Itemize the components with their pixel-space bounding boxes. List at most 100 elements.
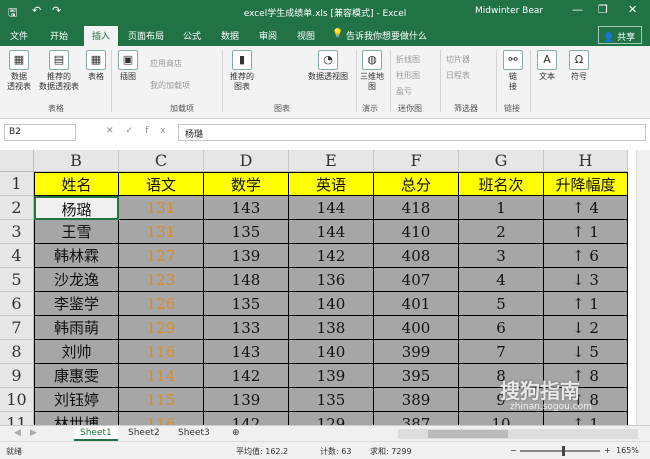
table-cell[interactable]: 138 [289,316,374,340]
table-cell[interactable]: 399 [374,340,459,364]
table-cell[interactable]: 116 [119,340,204,364]
sheet-tab-2[interactable]: Sheet2 [122,426,166,441]
tab-view[interactable]: 视图 [297,29,315,42]
name-cell[interactable]: 杨璐 [34,196,119,220]
table-cell[interactable]: 135 [204,220,289,244]
table-cell[interactable]: 3 [459,244,544,268]
row-header-4[interactable]: 4 [0,244,34,268]
table-cell[interactable]: 139 [289,364,374,388]
table-cell[interactable]: 142 [204,412,289,425]
table-button[interactable]: ▦ 表格 [84,50,108,82]
row-header-5[interactable]: 5 [0,268,34,292]
tab-data[interactable]: 数据 [221,29,239,42]
link-button[interactable]: ⚯ 链 接 [500,50,526,92]
tab-review[interactable]: 审阅 [259,29,277,42]
pivot-chart-button[interactable]: ◔ 数据透视图 [303,50,353,82]
table-cell[interactable]: 131 [119,196,204,220]
recommended-pivot-button[interactable]: ▤ 推荐的 数据透视表 [36,50,82,92]
table-cell[interactable]: 6 [459,316,544,340]
table-cell[interactable]: 1 [459,196,544,220]
column-header-f[interactable]: F [374,150,459,172]
header-cell[interactable]: 升降幅度 [544,172,628,196]
zoom-slider[interactable] [520,450,600,452]
header-cell[interactable]: 总分 [374,172,459,196]
table-cell[interactable]: 2 [459,220,544,244]
sheet-tab-1[interactable]: Sheet1 [74,426,118,441]
table-cell[interactable]: 400 [374,316,459,340]
name-cell[interactable]: 林世博 [34,412,119,425]
table-cell[interactable]: ↑ 6 [544,244,628,268]
table-cell[interactable]: 5 [459,292,544,316]
row-header-8[interactable]: 8 [0,340,34,364]
table-cell[interactable]: 135 [204,292,289,316]
tab-page-layout[interactable]: 页面布局 [128,29,164,42]
tab-home[interactable]: 开始 [50,29,68,42]
horizontal-scrollbar[interactable] [398,429,638,439]
name-cell[interactable]: 王雪 [34,220,119,244]
symbol-button[interactable]: Ω 符号 [566,50,592,82]
row-header-2[interactable]: 2 [0,196,34,220]
table-cell[interactable]: 116 [119,412,204,425]
zoom-slider-knob[interactable] [562,446,565,456]
sparkline-winloss-button[interactable]: 盈亏 [396,86,412,97]
header-cell[interactable]: 英语 [289,172,374,196]
3d-map-button[interactable]: ◍ 三维地 图 [358,50,386,92]
zoom-in-button[interactable]: + [604,446,611,455]
table-cell[interactable]: 142 [289,244,374,268]
row-header-7[interactable]: 7 [0,316,34,340]
function-icon[interactable]: fx [145,126,178,136]
table-cell[interactable]: 143 [204,340,289,364]
table-cell[interactable]: 139 [204,244,289,268]
add-sheet-icon[interactable]: ⊕ [226,426,246,441]
name-cell[interactable]: 刘钰婷 [34,388,119,412]
table-cell[interactable]: 142 [204,364,289,388]
table-cell[interactable]: 144 [289,220,374,244]
horizontal-scroll-thumb[interactable] [428,430,508,438]
text-button[interactable]: A 文本 [534,50,560,82]
illustrations-button[interactable]: ▣ 插图 [116,50,140,82]
table-cell[interactable]: 140 [289,292,374,316]
name-box[interactable]: B2 [4,124,76,141]
column-header-b[interactable]: B [34,150,119,172]
table-cell[interactable]: ↓ 5 [544,340,628,364]
sheet-tab-3[interactable]: Sheet3 [172,426,216,441]
row-header-6[interactable]: 6 [0,292,34,316]
column-header-e[interactable]: E [289,150,374,172]
table-cell[interactable]: 7 [459,340,544,364]
table-cell[interactable]: 408 [374,244,459,268]
pivot-table-button[interactable]: ▦ 数据 透视表 [4,50,34,92]
table-cell[interactable]: 126 [119,292,204,316]
cancel-icon[interactable]: ✕ [106,126,126,136]
table-cell[interactable]: ↑ 1 [544,220,628,244]
share-button[interactable]: 👤 共享 [598,26,642,44]
table-cell[interactable]: 418 [374,196,459,220]
table-cell[interactable]: 4 [459,268,544,292]
column-header-g[interactable]: G [459,150,544,172]
table-cell[interactable]: 148 [204,268,289,292]
table-cell[interactable]: 135 [289,388,374,412]
table-cell[interactable]: 133 [204,316,289,340]
sparkline-line-button[interactable]: 折线图 [396,54,420,65]
my-addins-button[interactable]: 我的加载项 [150,80,190,91]
tell-me-box[interactable]: 告诉我你想要做什么 [346,29,427,42]
store-button[interactable]: 应用商店 [150,58,182,69]
table-cell[interactable]: 387 [374,412,459,425]
formula-input[interactable]: 杨璐 [178,124,646,141]
table-cell[interactable]: ↑ 1 [544,412,628,425]
header-cell[interactable]: 数学 [204,172,289,196]
timeline-button[interactable]: 日程表 [446,70,470,81]
tab-insert[interactable]: 插入 [84,26,118,46]
row-header-11[interactable]: 11 [0,412,34,425]
name-cell[interactable]: 沙龙逸 [34,268,119,292]
table-cell[interactable]: 129 [289,412,374,425]
table-cell[interactable]: ↑ 4 [544,196,628,220]
table-cell[interactable]: 127 [119,244,204,268]
header-cell[interactable]: 班名次 [459,172,544,196]
row-header-3[interactable]: 3 [0,220,34,244]
zoom-out-button[interactable]: − [510,446,517,455]
column-header-h[interactable]: H [544,150,628,172]
close-button[interactable]: ✕ [628,3,637,16]
restore-button[interactable]: ❐ [598,3,608,16]
table-cell[interactable]: 395 [374,364,459,388]
zoom-level[interactable]: 165% [616,446,639,455]
